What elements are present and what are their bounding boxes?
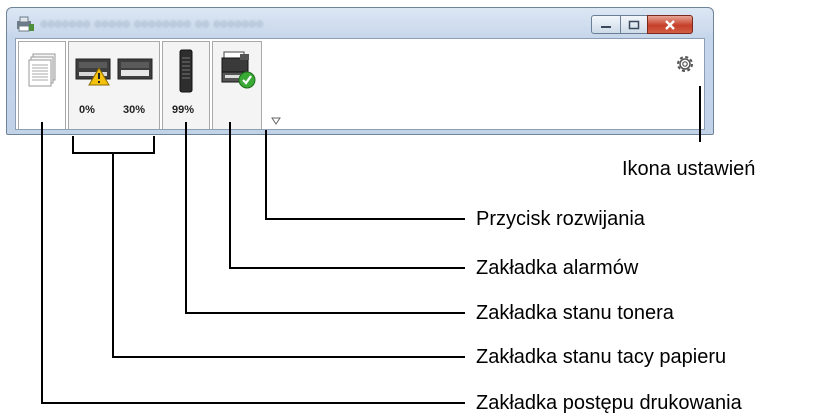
close-icon — [665, 19, 675, 30]
callout-line-tray-horizontal — [112, 356, 465, 358]
callout-line-alarm-horizontal — [229, 267, 465, 269]
paper-tray-icon — [117, 58, 153, 80]
callout-line-tray-vertical — [112, 152, 114, 358]
maximize-icon — [628, 20, 640, 29]
tray-2-level: 30% — [123, 104, 146, 116]
label-toner-tab: Zakładka stanu tonera — [476, 302, 674, 324]
close-button[interactable] — [647, 15, 693, 34]
callout-line-toner-vertical — [185, 122, 187, 314]
minimize-button[interactable] — [591, 15, 621, 34]
document-stack-icon — [28, 53, 56, 87]
window-title: ooooooo ooooo oooooooo oo ooooooo — [41, 18, 264, 30]
maximize-button[interactable] — [620, 15, 648, 34]
label-expand-button: Przycisk rozwijania — [476, 208, 645, 230]
paper-tray-warning-icon — [75, 58, 111, 86]
label-print-progress-tab: Zakładka postępu drukowania — [476, 392, 742, 414]
label-settings-icon: Ikona ustawień — [622, 158, 756, 180]
label-alarm-tab: Zakładka alarmów — [476, 257, 639, 279]
tab-toner-status[interactable]: 99% — [162, 41, 210, 129]
callout-line-progress-vertical — [41, 122, 43, 404]
callout-line-alarm-vertical — [229, 122, 231, 269]
toner-cartridge-icon — [179, 49, 193, 93]
status-monitor-window: ooooooo ooooo oooooooo oo ooooooo 0% 30%… — [6, 7, 714, 135]
settings-gear-icon[interactable] — [674, 53, 696, 75]
callout-line-progress-horizontal — [41, 402, 465, 404]
printer-ok-icon — [221, 51, 256, 89]
printer-app-icon — [17, 16, 34, 32]
toner-level: 99% — [172, 104, 195, 116]
tab-alarms[interactable] — [212, 41, 262, 129]
tab-print-progress[interactable] — [18, 41, 66, 129]
minimize-icon — [601, 25, 611, 28]
callout-line-expand-horizontal — [265, 218, 465, 220]
callout-line-settings — [699, 86, 701, 142]
tab-paper-tray[interactable]: 0% 30% — [68, 41, 160, 129]
tray-1-level: 0% — [79, 104, 95, 116]
callout-line-expand-vertical — [265, 130, 267, 220]
callout-line-toner-horizontal — [185, 312, 465, 314]
expand-button[interactable] — [271, 117, 281, 125]
label-paper-tray-tab: Zakładka stanu tacy papieru — [476, 346, 727, 368]
window-client-area: 0% 30% 99% — [15, 38, 705, 130]
